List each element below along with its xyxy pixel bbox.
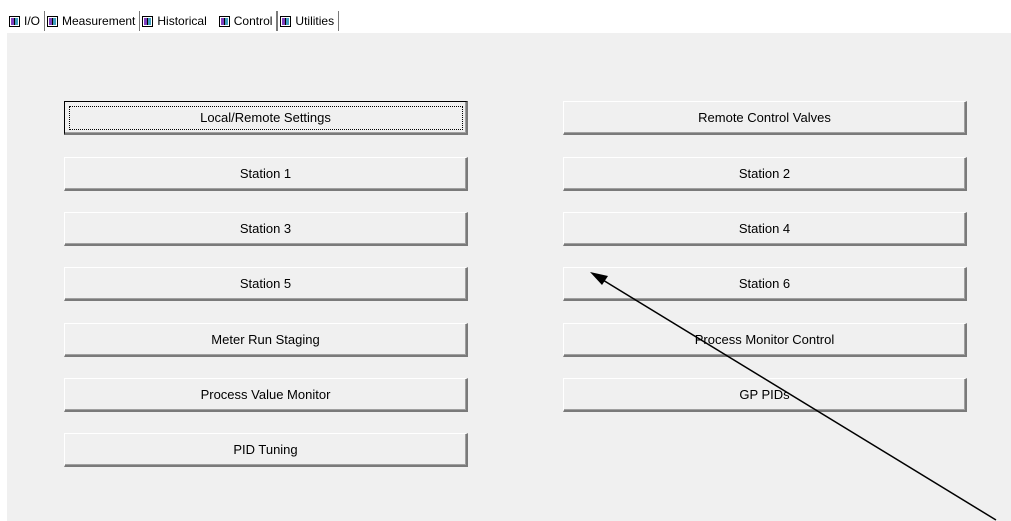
tab-measurement[interactable]: Measurement: [45, 11, 141, 31]
tab-bar: I/O Measurement Historical Control Utili…: [7, 9, 340, 33]
station-5-button[interactable]: Station 5: [64, 267, 468, 301]
tab-utilities[interactable]: Utilities: [277, 11, 340, 31]
local-remote-settings-button[interactable]: Local/Remote Settings: [64, 101, 468, 135]
gp-pids-button[interactable]: GP PIDs: [563, 378, 967, 412]
process-value-monitor-button[interactable]: Process Value Monitor: [64, 378, 468, 412]
tab-app-icon: [9, 15, 20, 27]
tab-label: Historical: [157, 14, 207, 28]
tab-label: Utilities: [295, 14, 335, 28]
tab-app-icon: [47, 15, 59, 27]
button-label: Station 4: [738, 221, 791, 236]
meter-run-staging-button[interactable]: Meter Run Staging: [64, 323, 468, 357]
button-label: Station 2: [738, 166, 791, 181]
remote-control-valves-button[interactable]: Remote Control Valves: [563, 101, 967, 135]
process-monitor-control-button[interactable]: Process Monitor Control: [563, 323, 967, 357]
tab-label: Control: [233, 14, 273, 28]
button-label: Station 1: [239, 166, 292, 181]
tab-app-icon: [142, 15, 154, 27]
station-1-button[interactable]: Station 1: [64, 157, 468, 191]
button-label: Meter Run Staging: [211, 332, 320, 347]
tab-historical[interactable]: Historical: [140, 11, 210, 31]
button-label: Station 3: [239, 221, 292, 236]
button-label: Station 5: [239, 276, 292, 291]
tab-io[interactable]: I/O: [7, 11, 46, 31]
button-label: Process Monitor Control: [694, 332, 835, 347]
button-label: Local/Remote Settings: [68, 105, 463, 130]
tab-label: Measurement: [62, 14, 136, 28]
station-2-button[interactable]: Station 2: [563, 157, 967, 191]
tab-app-icon: [218, 15, 230, 27]
tab-app-icon: [280, 15, 292, 27]
tab-label: I/O: [24, 14, 41, 28]
tab-control[interactable]: Control: [217, 11, 278, 31]
button-label: Station 6: [738, 276, 791, 291]
station-3-button[interactable]: Station 3: [64, 212, 468, 246]
pid-tuning-button[interactable]: PID Tuning: [64, 433, 468, 467]
button-label: GP PIDs: [739, 387, 790, 402]
button-label: PID Tuning: [233, 442, 298, 457]
station-6-button[interactable]: Station 6: [563, 267, 967, 301]
button-label: Process Value Monitor: [200, 387, 331, 402]
station-4-button[interactable]: Station 4: [563, 212, 967, 246]
button-label: Remote Control Valves: [698, 110, 831, 125]
